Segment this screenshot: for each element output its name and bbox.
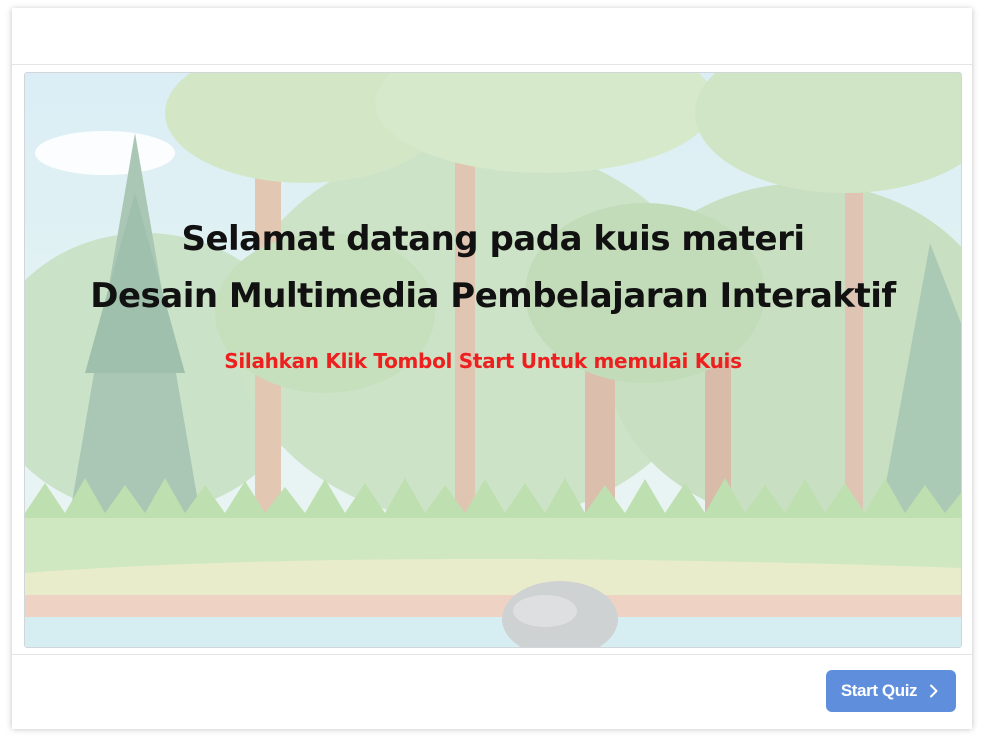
top-bar xyxy=(12,8,972,65)
bottom-bar: Start Quiz xyxy=(12,654,972,729)
quiz-player: Selamat datang pada kuis materi Desain M… xyxy=(12,8,972,729)
chevron-right-icon xyxy=(930,684,938,698)
title-line-1: Selamat datang pada kuis materi xyxy=(181,219,805,259)
start-quiz-button[interactable]: Start Quiz xyxy=(826,670,956,712)
title-line-2: Desain Multimedia Pembelajaran Interakti… xyxy=(90,276,896,316)
welcome-slide: Selamat datang pada kuis materi Desain M… xyxy=(24,72,962,648)
welcome-title: Selamat datang pada kuis materi Desain M… xyxy=(25,211,961,325)
start-quiz-label: Start Quiz xyxy=(840,681,918,700)
start-instruction: Silahkan Klik Tombol Start Untuk memulai… xyxy=(224,349,742,373)
